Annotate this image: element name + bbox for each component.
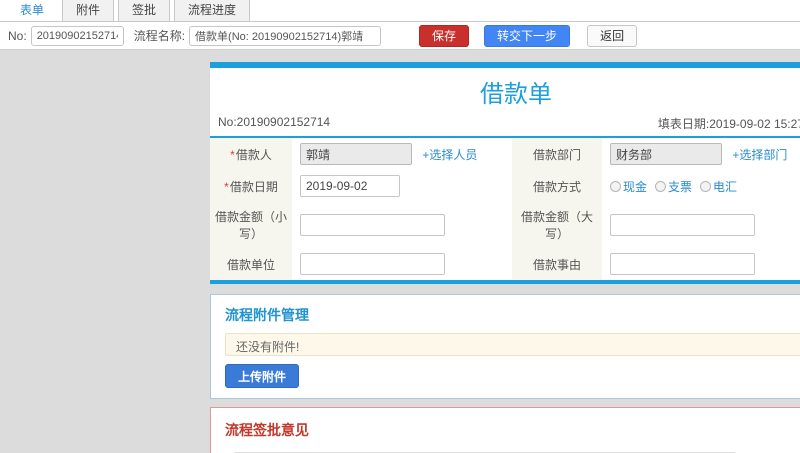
no-label: No:: [8, 28, 27, 43]
approval-panel: 流程签批意见 B I abc ✎: [210, 407, 800, 453]
top-toolbar: 表单 附件 签批 流程进度 No: 流程名称: 保存 转交下一步 返回: [0, 0, 800, 50]
approval-panel-title: 流程签批意见: [225, 422, 309, 438]
control-row: No: 流程名称: 保存 转交下一步 返回: [0, 22, 800, 49]
table-row: *借款日期 借款方式 现金 支票: [210, 170, 800, 202]
borrower-input[interactable]: [300, 143, 412, 165]
tab-attachments[interactable]: 附件: [62, 0, 115, 21]
amount-uppercase-input[interactable]: [610, 214, 755, 236]
attachments-panel-title: 流程附件管理: [225, 307, 309, 323]
radio-circle-icon: [700, 180, 712, 192]
borrower-label: *借款人: [210, 138, 292, 170]
process-name-input[interactable]: [189, 25, 382, 46]
page-body: 借款单 No:20190902152714 填表日期:2019-09-02 15…: [0, 50, 800, 453]
loan-method-radio-group: 现金 支票 电汇: [610, 178, 800, 195]
radio-wire-label: 电汇: [713, 179, 738, 194]
amount-lowercase-label: 借款金额（小写）: [210, 202, 292, 248]
amount-lowercase-input[interactable]: [300, 214, 445, 236]
select-person-link[interactable]: +选择人员: [422, 148, 477, 162]
loan-reason-input[interactable]: [610, 253, 755, 275]
radio-circle-icon: [610, 180, 621, 192]
radio-cash-label: 现金: [623, 179, 648, 194]
no-attachments-alert: 还没有附件!: [225, 333, 800, 356]
tab-form[interactable]: 表单: [6, 0, 59, 21]
loan-reason-label: 借款事由: [512, 248, 602, 280]
required-mark: *: [230, 147, 235, 162]
loan-date-label: *借款日期: [210, 170, 292, 202]
process-name-label: 流程名称:: [133, 29, 186, 43]
form-number: No:20190902152714: [218, 115, 331, 129]
save-button[interactable]: 保存: [419, 24, 470, 47]
amount-uppercase-label: 借款金额（大写）: [512, 202, 602, 248]
no-input[interactable]: [30, 25, 124, 46]
radio-circle-icon: [655, 180, 667, 192]
loan-date-input[interactable]: [300, 175, 400, 197]
tab-bar: 表单 附件 签批 流程进度: [0, 0, 800, 22]
loan-form-table: *借款人 +选择人员 借款部门 +选择部门 *借款日期 借款方式: [210, 138, 800, 280]
attachments-panel: 流程附件管理 还没有附件! 上传附件: [210, 294, 800, 399]
back-button[interactable]: 返回: [587, 24, 638, 47]
form-meta-row: No:20190902152714 填表日期:2019-09-02 15:27:…: [210, 113, 800, 138]
radio-wire[interactable]: 电汇: [700, 178, 737, 195]
tab-progress[interactable]: 流程进度: [174, 0, 251, 21]
department-label: 借款部门: [512, 138, 602, 170]
loan-method-label: 借款方式: [512, 170, 602, 202]
radio-cheque-label: 支票: [668, 179, 693, 194]
radio-cash[interactable]: 现金: [610, 178, 647, 195]
required-mark: *: [224, 179, 229, 194]
department-input[interactable]: [610, 143, 722, 165]
table-row: 借款金额（小写） 借款金额（大写）: [210, 202, 800, 248]
loan-form-card: 借款单 No:20190902152714 填表日期:2019-09-02 15…: [210, 62, 800, 284]
form-title: 借款单: [480, 81, 552, 108]
radio-cheque[interactable]: 支票: [655, 178, 692, 195]
borrower-label-text: 借款人: [235, 147, 272, 162]
select-department-link[interactable]: +选择部门: [732, 148, 787, 162]
tab-approval[interactable]: 签批: [118, 0, 171, 21]
loan-date-label-text: 借款日期: [229, 179, 278, 194]
loan-unit-input[interactable]: [300, 253, 445, 275]
table-row: *借款人 +选择人员 借款部门 +选择部门: [210, 138, 800, 170]
loan-unit-label: 借款单位: [210, 248, 292, 280]
table-row: 借款单位 借款事由: [210, 248, 800, 280]
form-fill-date: 填表日期:2019-09-02 15:27:1: [657, 117, 800, 131]
forward-next-step-button[interactable]: 转交下一步: [484, 24, 571, 47]
upload-attachment-button[interactable]: 上传附件: [225, 364, 300, 388]
